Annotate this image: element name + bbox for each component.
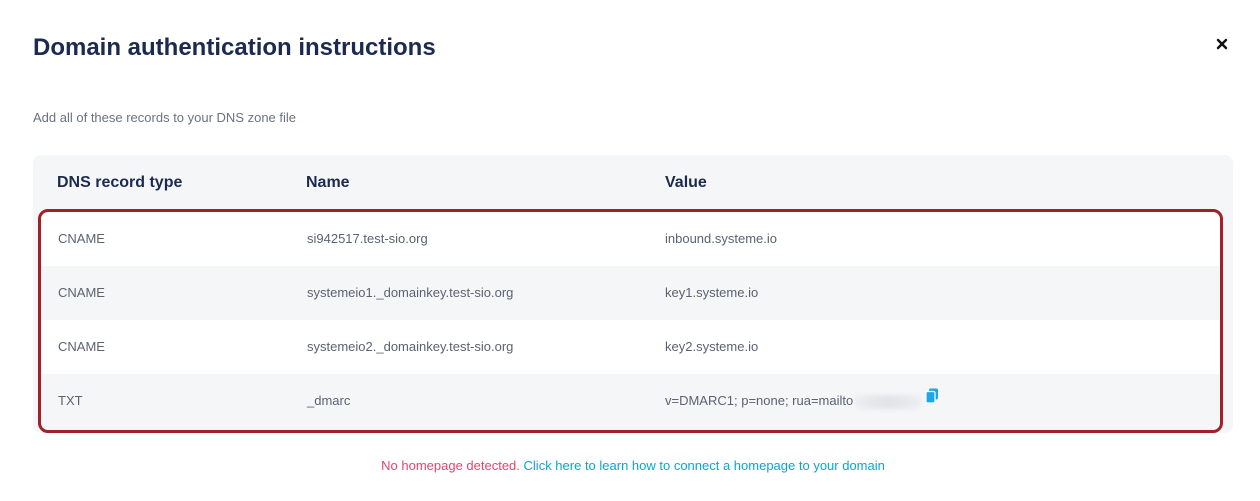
copy-icon — [925, 388, 939, 404]
homepage-notice: No homepage detected. Click here to lear… — [0, 458, 1260, 473]
no-homepage-warning: No homepage detected. — [381, 458, 520, 473]
record-name: systemeio1._domainkey.test-sio.org — [307, 285, 514, 300]
record-type: CNAME — [58, 339, 105, 354]
copy-button[interactable] — [925, 388, 939, 407]
table-row: CNAME systemeio2._domainkey.test-sio.org… — [41, 320, 1220, 374]
modal-subtitle: Add all of these records to your DNS zon… — [33, 110, 297, 125]
connect-homepage-link[interactable]: Click here to learn how to connect a hom… — [524, 458, 885, 473]
dns-records-table: DNS record type Name Value CNAME si94251… — [33, 155, 1233, 433]
table-row: TXT _dmarc v=DMARC1; p=none; rua=mailto — [41, 374, 1220, 428]
close-button[interactable] — [1212, 34, 1232, 54]
table-body: CNAME si942517.test-sio.org inbound.syst… — [41, 212, 1220, 428]
table-row: CNAME systemeio1._domainkey.test-sio.org… — [41, 266, 1220, 320]
column-header-type: DNS record type — [57, 174, 183, 191]
record-name: si942517.test-sio.org — [307, 231, 428, 246]
record-name: systemeio2._domainkey.test-sio.org — [307, 339, 514, 354]
record-name: _dmarc — [307, 393, 351, 408]
redacted-email — [855, 394, 922, 409]
column-header-value: Value — [665, 174, 707, 191]
record-value: v=DMARC1; p=none; rua=mailto — [665, 393, 854, 408]
table-header: DNS record type Name Value — [33, 155, 1233, 210]
column-header-name: Name — [306, 174, 350, 191]
table-row: CNAME si942517.test-sio.org inbound.syst… — [41, 212, 1220, 266]
record-value: key2.systeme.io — [665, 339, 759, 354]
close-icon — [1216, 38, 1228, 50]
record-value: key1.systeme.io — [665, 285, 759, 300]
record-type: TXT — [58, 393, 83, 408]
record-value: inbound.systeme.io — [665, 231, 778, 246]
record-type: CNAME — [58, 231, 105, 246]
record-type: CNAME — [58, 285, 105, 300]
record-value-cell: v=DMARC1; p=none; rua=mailto — [665, 388, 939, 409]
modal-title: Domain authentication instructions — [33, 34, 436, 61]
